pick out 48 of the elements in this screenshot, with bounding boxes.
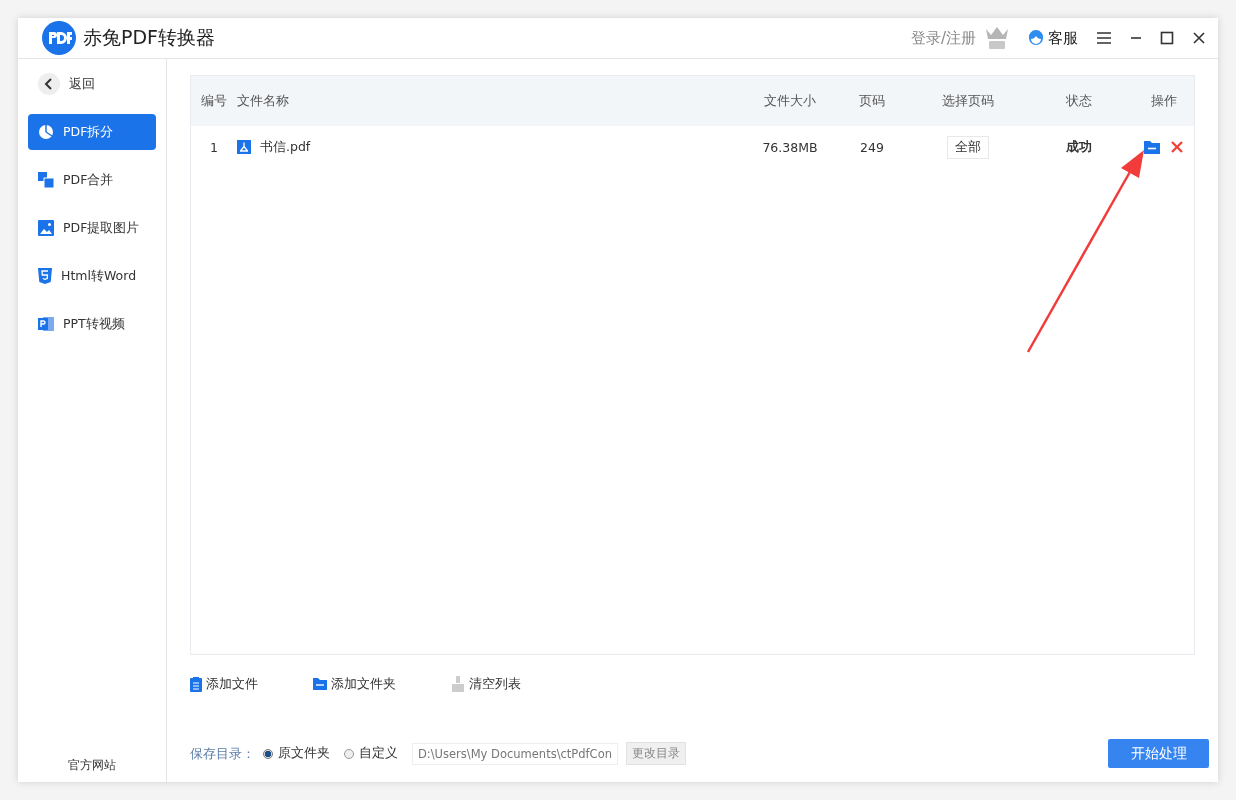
image-icon xyxy=(38,220,54,236)
file-name: 书信.pdf xyxy=(260,138,311,156)
status-cell: 成功 xyxy=(1066,138,1092,156)
overlapping-squares-icon xyxy=(38,172,54,188)
radio-option[interactable]: 自定义 xyxy=(344,745,398,762)
table-cell: 249 xyxy=(860,139,884,155)
pdf-logo-icon xyxy=(42,21,76,55)
folder-icon xyxy=(313,678,327,690)
radio-option[interactable]: 原文件夹 xyxy=(263,745,330,762)
clipboard-icon xyxy=(190,676,202,692)
radio-button[interactable] xyxy=(344,748,354,759)
sidebar-item[interactable]: PPT转视频 xyxy=(28,306,156,342)
folder-icon[interactable] xyxy=(1143,140,1160,154)
radio-button[interactable] xyxy=(263,748,273,759)
html5-shield-icon xyxy=(38,268,52,284)
close-icon[interactable] xyxy=(1192,31,1206,45)
back-link[interactable]: 返回 xyxy=(69,75,95,93)
login-link[interactable]: 登录/注册 xyxy=(910,28,976,48)
sidebar-item[interactable]: PDF合并 xyxy=(28,162,156,198)
start-button[interactable]: 开始处理 xyxy=(1108,739,1209,768)
presentation-file-icon xyxy=(38,316,54,332)
column-header: 编号 xyxy=(201,92,227,110)
website-link[interactable]: 官方网站 xyxy=(68,757,116,774)
sidebar-item[interactable]: PDF提取图片 xyxy=(28,210,156,246)
menu-icon[interactable] xyxy=(1096,31,1112,45)
toolbar-button[interactable]: 添加文件夹 xyxy=(313,675,396,693)
brush-icon xyxy=(451,676,465,692)
column-header: 文件大小 xyxy=(764,92,816,110)
maximize-icon[interactable] xyxy=(1160,31,1174,45)
column-header: 状态 xyxy=(1066,92,1092,110)
column-header: 选择页码 xyxy=(942,92,994,110)
table-cell: 76.38MB xyxy=(762,139,818,155)
pie-chart-icon xyxy=(38,124,54,140)
support-avatar-icon[interactable] xyxy=(1028,29,1044,47)
app-title: 赤兔PDF转换器 xyxy=(83,25,216,50)
table-cell: 1 xyxy=(210,139,218,155)
column-header: 页码 xyxy=(859,92,885,110)
sidebar-item[interactable]: PDF拆分 xyxy=(28,114,156,150)
delete-icon[interactable] xyxy=(1169,140,1184,154)
page-select-button[interactable]: 全部 xyxy=(947,135,989,159)
support-link[interactable]: 客服 xyxy=(1048,28,1078,48)
pdf-file-icon xyxy=(237,140,251,154)
sidebar-item[interactable]: Html转Word xyxy=(28,258,156,294)
toolbar-button[interactable]: 添加文件 xyxy=(190,675,258,693)
column-header: 操作 xyxy=(1150,92,1177,110)
column-header: 文件名称 xyxy=(237,92,289,110)
save-directory-label: 保存目录： xyxy=(190,744,255,763)
path-field[interactable]: D:\Users\My Documents\ctPdfCon xyxy=(412,742,618,765)
